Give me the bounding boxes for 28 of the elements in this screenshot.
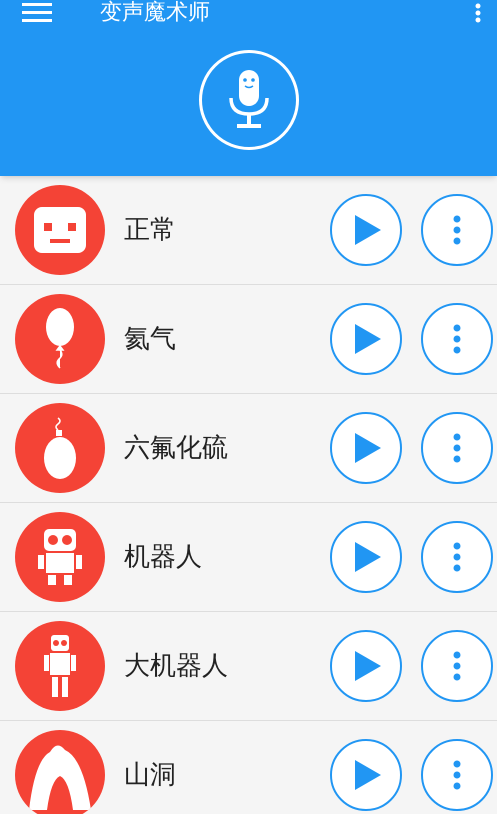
effect-name: 大机器人 [124,650,228,682]
play-icon [355,542,381,572]
play-icon [355,433,381,463]
microphone-icon [226,70,270,130]
overflow-menu-icon[interactable] [475,3,481,23]
effect-name: 机器人 [124,540,202,574]
menu-icon[interactable] [22,3,52,23]
play-icon [355,324,381,354]
more-icon [453,542,461,572]
balloon-icon [45,307,75,371]
egg-icon [42,416,78,480]
effect-name: 山洞 [124,758,176,792]
more-icon [453,215,461,245]
app-title: 变声魔术师 [100,2,210,24]
more-icon [453,433,461,463]
play-icon [355,651,381,681]
robot-face-icon [32,205,88,255]
robot-icon [43,633,77,699]
effect-name: 氦气 [124,322,176,356]
robot-icon [36,527,84,587]
more-icon [453,760,461,790]
record-button[interactable] [198,50,298,150]
play-icon [355,760,381,790]
more-icon [453,651,461,681]
play-icon [355,215,381,245]
more-icon [453,324,461,354]
effect-name: 正常 [124,214,176,246]
effect-name: 六氟化硫 [124,432,228,464]
